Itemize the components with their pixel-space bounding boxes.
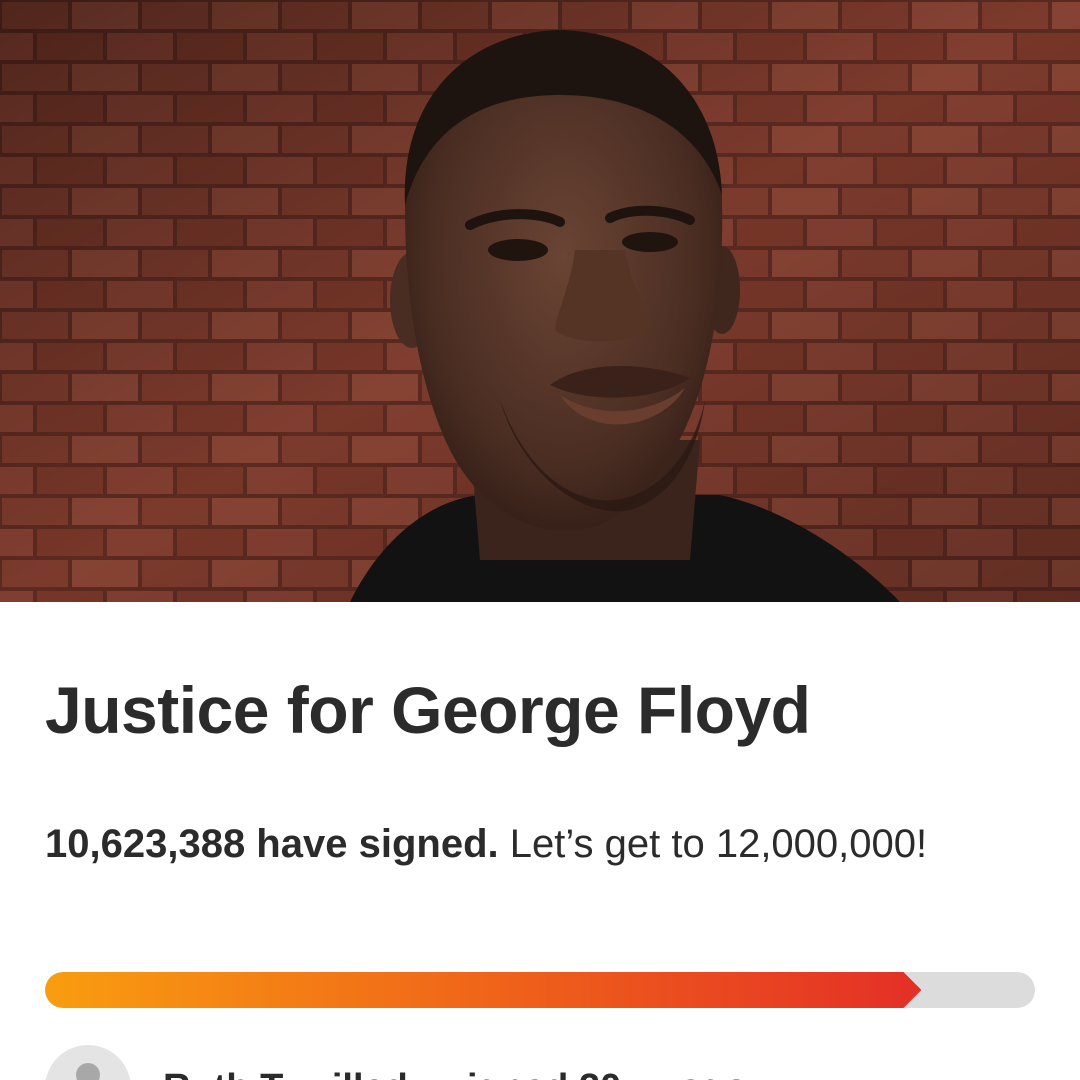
signature-count: 10,623,388 have signed.	[45, 822, 499, 866]
signature-summary: 10,623,388 have signed. Let’s get to 12,…	[45, 808, 1035, 880]
petition-title: Justice for George Floyd	[45, 673, 811, 747]
signature-goal: Let’s get to 12,000,000!	[509, 822, 928, 866]
recent-signer-text: Ruth T… illed … igned 20 … ago	[163, 1067, 748, 1080]
user-avatar-icon	[45, 1045, 131, 1080]
recent-signer-row: Ruth T… illed … igned 20 … ago	[45, 1045, 1035, 1080]
petition-card: Justice for George Floyd 10,623,388 have…	[0, 0, 1080, 1080]
signature-progress-bar	[45, 972, 1035, 1008]
petition-photo	[0, 0, 1080, 602]
signature-progress-fill	[45, 972, 921, 1008]
